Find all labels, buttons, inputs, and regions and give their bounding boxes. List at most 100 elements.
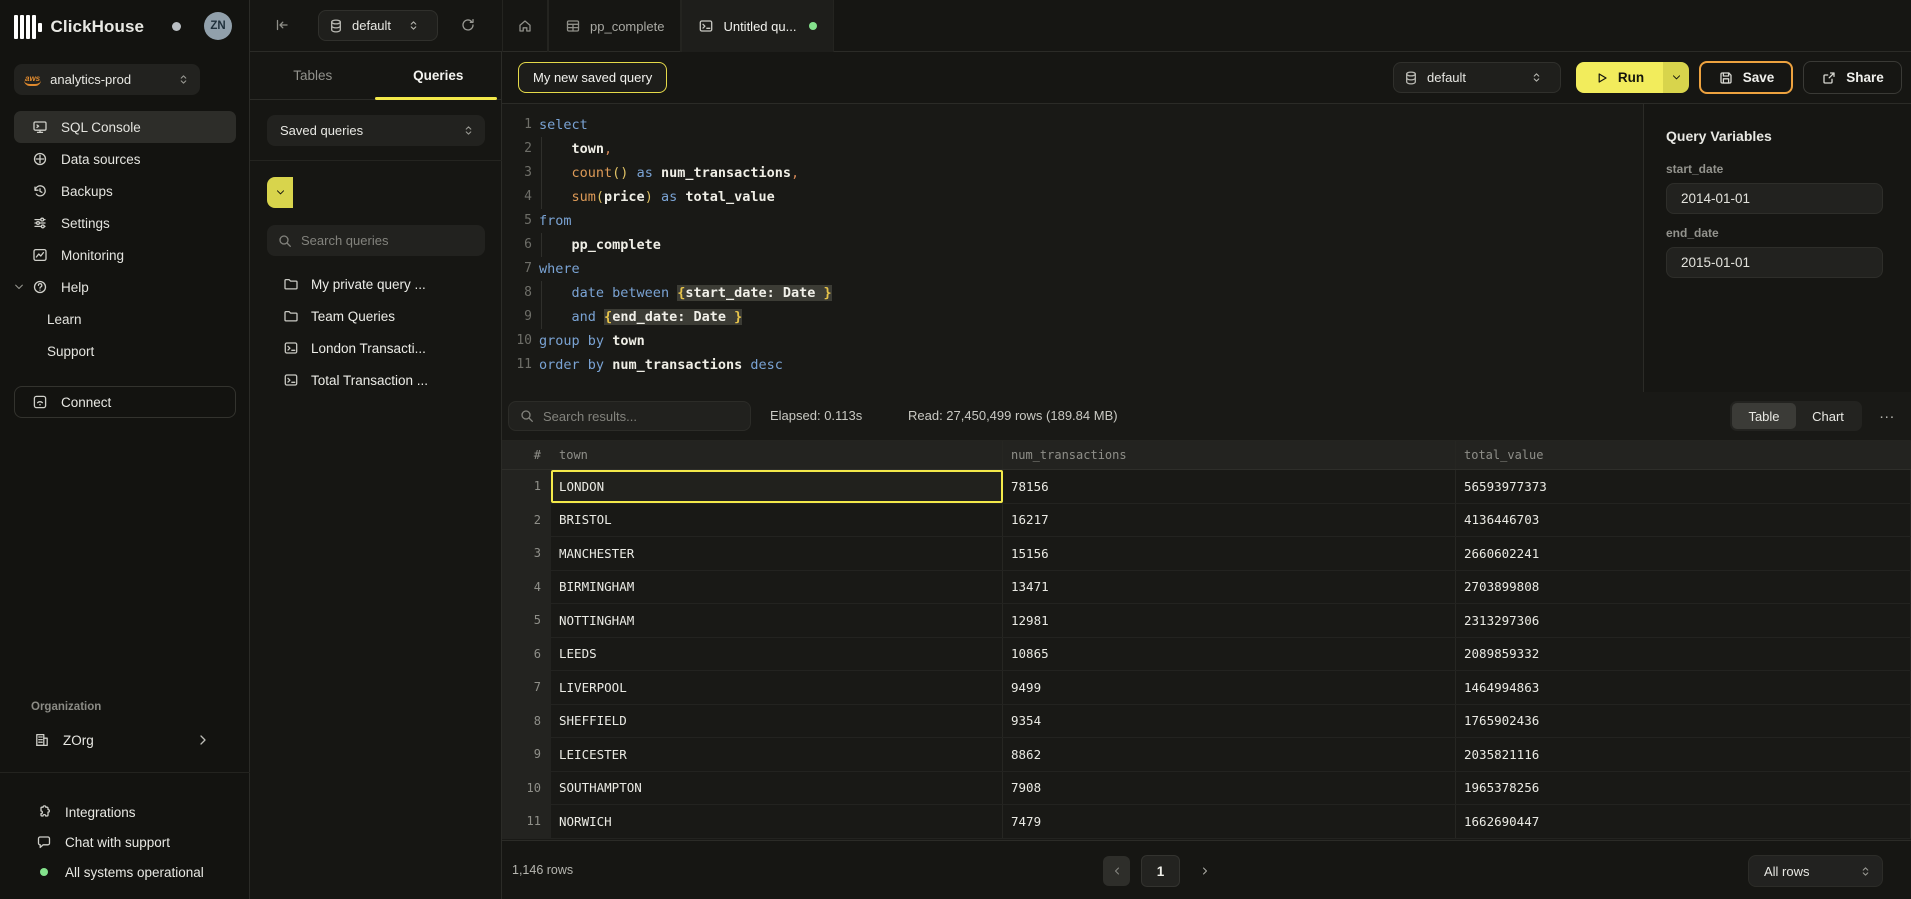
saved-query-tab[interactable]: My new saved query (518, 62, 667, 93)
row-index[interactable]: 6 (502, 638, 551, 671)
code-line[interactable]: 4 sum(price) as total_value (502, 185, 1643, 209)
previous-page-button[interactable] (1103, 856, 1130, 886)
next-page-button[interactable] (1193, 856, 1217, 886)
share-button[interactable]: Share (1803, 61, 1902, 94)
table-cell[interactable]: 2035821116 (1456, 738, 1911, 771)
start_date-input[interactable]: 2014-01-01 (1666, 183, 1883, 214)
table-cell[interactable]: 56593977373 (1456, 470, 1911, 503)
page-number[interactable]: 1 (1141, 855, 1180, 887)
table-cell[interactable]: NOTTINGHAM (551, 604, 1003, 637)
table-cell[interactable]: 7908 (1003, 772, 1456, 805)
tab-queries[interactable]: Queries (376, 52, 502, 99)
table-cell[interactable]: MANCHESTER (551, 537, 1003, 570)
row-index[interactable]: 9 (502, 738, 551, 771)
sidebar-item-chat-with-support[interactable]: Chat with support (14, 827, 236, 857)
sidebar-item-integrations[interactable]: Integrations (14, 797, 236, 827)
table-cell[interactable]: LEICESTER (551, 738, 1003, 771)
list-item[interactable]: London Transacti... (250, 332, 502, 364)
table-cell[interactable]: 16217 (1003, 504, 1456, 537)
table-cell[interactable]: BRISTOL (551, 504, 1003, 537)
row-index[interactable]: 10 (502, 772, 551, 805)
row-index[interactable]: 2 (502, 504, 551, 537)
search-queries-input[interactable]: Search queries (267, 225, 485, 256)
table-cell[interactable]: LIVERPOOL (551, 671, 1003, 704)
search-results-input[interactable]: Search results... (508, 401, 751, 431)
code-line[interactable]: 2 town, (502, 137, 1643, 161)
table-cell[interactable]: LEEDS (551, 638, 1003, 671)
sql-editor[interactable]: 1select2 town,3 count() as num_transacti… (502, 104, 1643, 392)
sidebar-item-backups[interactable]: Backups (14, 175, 236, 207)
table-cell[interactable]: BIRMINGHAM (551, 571, 1003, 604)
run-database-select[interactable]: default (1393, 62, 1561, 93)
code-line[interactable]: 7where (502, 257, 1643, 281)
save-button[interactable]: Save (1699, 61, 1793, 94)
table-cell[interactable]: 1765902436 (1456, 705, 1911, 738)
table-cell[interactable]: LONDON (551, 470, 1003, 503)
new-query-dropdown-button[interactable] (267, 177, 293, 208)
sidebar-item-settings[interactable]: Settings (14, 207, 236, 239)
refresh-icon[interactable] (460, 17, 476, 33)
code-line[interactable]: 3 count() as num_transactions, (502, 161, 1643, 185)
run-button[interactable]: Run (1576, 62, 1663, 93)
code-line[interactable]: 8 date between {start_date: Date } (502, 281, 1643, 305)
table-cell[interactable]: 7479 (1003, 805, 1456, 838)
row-index[interactable]: 4 (502, 571, 551, 604)
row-index[interactable]: 5 (502, 604, 551, 637)
table-cell[interactable]: 2089859332 (1456, 638, 1911, 671)
collapse-sidebar-icon[interactable] (274, 17, 290, 33)
table-cell[interactable]: NORWICH (551, 805, 1003, 838)
table-cell[interactable]: 10865 (1003, 638, 1456, 671)
tab-pp_complete[interactable]: pp_complete (548, 0, 681, 52)
table-cell[interactable]: 78156 (1003, 470, 1456, 503)
run-dropdown-button[interactable] (1663, 62, 1689, 93)
connect-button[interactable]: Connect (14, 386, 236, 418)
results-menu-button[interactable]: ... (1879, 405, 1895, 422)
code-line[interactable]: 11order by num_transactions desc (502, 353, 1643, 377)
saved-queries-select[interactable]: Saved queries (267, 115, 485, 146)
sidebar-item-help[interactable]: Help (14, 271, 236, 303)
sidebar-item-learn[interactable]: Learn (14, 303, 236, 335)
code-line[interactable]: 10group by town (502, 329, 1643, 353)
row-index[interactable]: 7 (502, 671, 551, 704)
table-cell[interactable]: SOUTHAMPTON (551, 772, 1003, 805)
table-cell[interactable]: 2660602241 (1456, 537, 1911, 570)
column-header-total_value[interactable]: total_value (1456, 441, 1911, 469)
sidebar-item-sql-console[interactable]: SQL Console (14, 111, 236, 143)
view-toggle-table[interactable]: Table (1732, 403, 1796, 429)
tab-tables[interactable]: Tables (250, 52, 376, 99)
table-cell[interactable]: 2703899808 (1456, 571, 1911, 604)
add-service-button[interactable] (214, 68, 236, 90)
list-item[interactable]: Team Queries (250, 300, 502, 332)
code-line[interactable]: 1select (502, 113, 1643, 137)
sidebar-item-organization[interactable]: ZOrg (14, 724, 236, 756)
column-header-num_transactions[interactable]: num_transactions (1003, 441, 1456, 469)
end_date-input[interactable]: 2015-01-01 (1666, 247, 1883, 278)
table-cell[interactable]: 1662690447 (1456, 805, 1911, 838)
table-cell[interactable]: 15156 (1003, 537, 1456, 570)
sidebar-item-monitoring[interactable]: Monitoring (14, 239, 236, 271)
tab-untitledqu[interactable]: Untitled qu... (681, 0, 834, 52)
code-line[interactable]: 6 pp_complete (502, 233, 1643, 257)
view-toggle-chart[interactable]: Chart (1796, 403, 1860, 429)
table-cell[interactable]: 8862 (1003, 738, 1456, 771)
tab-home[interactable] (502, 0, 548, 52)
column-header-index[interactable]: # (502, 441, 551, 469)
row-index[interactable]: 1 (502, 470, 551, 503)
column-header-town[interactable]: town (551, 441, 1003, 469)
row-index[interactable]: 3 (502, 537, 551, 570)
table-cell[interactable]: 9499 (1003, 671, 1456, 704)
table-cell[interactable]: 12981 (1003, 604, 1456, 637)
table-cell[interactable]: 9354 (1003, 705, 1456, 738)
sidebar-item-all-systems-operational[interactable]: All systems operational (14, 857, 236, 887)
code-line[interactable]: 9 and {end_date: Date } (502, 305, 1643, 329)
table-cell[interactable]: 13471 (1003, 571, 1456, 604)
sidebar-item-data-sources[interactable]: Data sources (14, 143, 236, 175)
avatar[interactable]: ZN (204, 12, 232, 40)
service-select[interactable]: aws analytics-prod (14, 64, 200, 95)
table-cell[interactable]: 4136446703 (1456, 504, 1911, 537)
sidebar-item-support[interactable]: Support (14, 335, 236, 367)
database-select[interactable]: default (318, 10, 438, 41)
row-index[interactable]: 8 (502, 705, 551, 738)
row-index[interactable]: 11 (502, 805, 551, 838)
table-cell[interactable]: 2313297306 (1456, 604, 1911, 637)
